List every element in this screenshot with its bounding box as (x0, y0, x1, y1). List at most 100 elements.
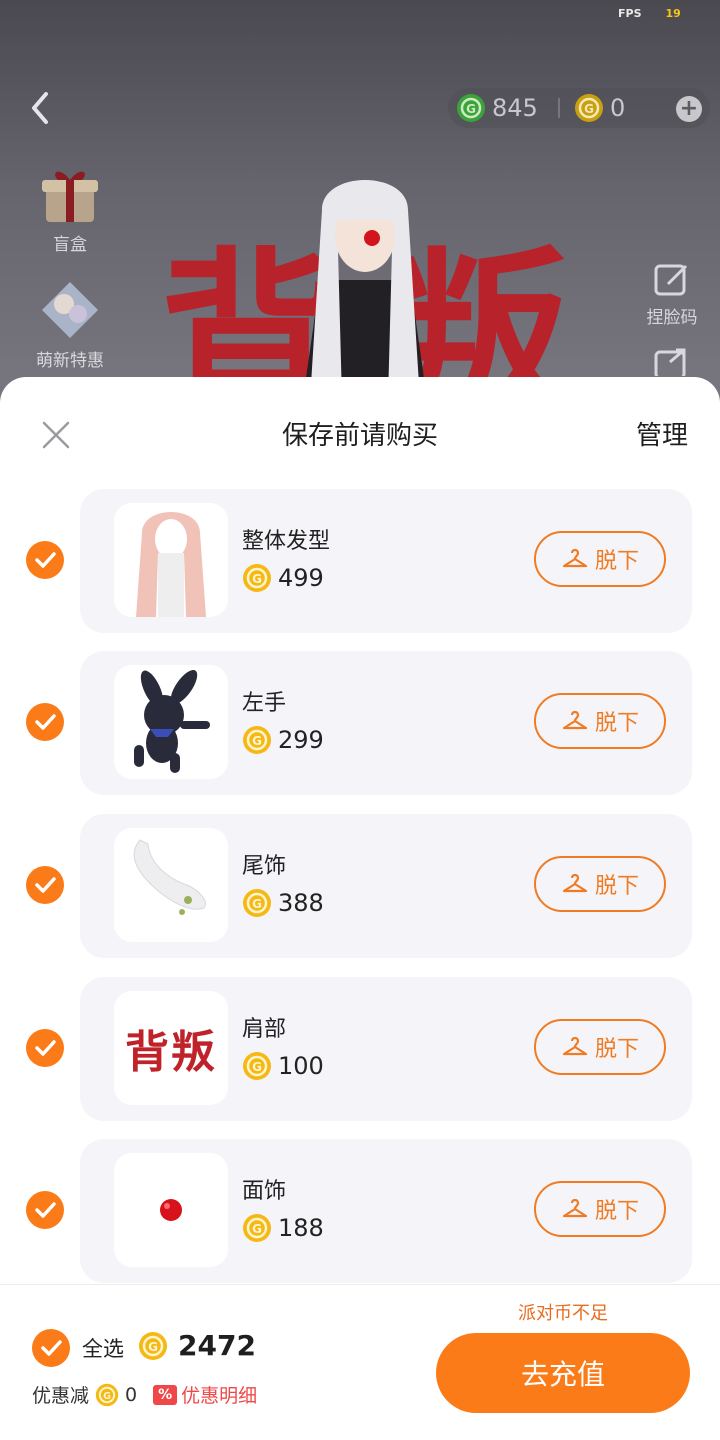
edit-icon (654, 264, 688, 296)
list-item-shoulder: 背叛 肩部 G 100 脱下 (80, 977, 692, 1121)
discount-row: 优惠减 G 0 % 优惠明细 (32, 1381, 257, 1408)
shoulder-art-text: 背叛 (125, 1027, 217, 1078)
blind-box-button[interactable]: 盲盒 (34, 162, 106, 255)
item-price: G 100 (242, 1051, 324, 1081)
coin-icon: G (243, 1214, 271, 1242)
item-price: G 188 (242, 1213, 324, 1243)
svg-text:G: G (252, 897, 262, 911)
take-off-button[interactable]: 脱下 (534, 693, 666, 749)
newbie-deal-button[interactable]: 萌新特惠 (34, 278, 106, 371)
total-price-value: 2472 (178, 1329, 256, 1362)
newbie-deal-icon (38, 278, 102, 342)
take-off-button[interactable]: 脱下 (534, 856, 666, 912)
svg-text:G: G (252, 734, 262, 748)
gift-box-icon (38, 162, 102, 226)
svg-text:G: G (148, 1340, 158, 1354)
svg-text:G: G (466, 102, 476, 116)
share-icon (654, 348, 686, 380)
svg-text:G: G (252, 1222, 262, 1236)
select-all-label[interactable]: 全选 (82, 1333, 124, 1363)
percent-tag-icon: % (153, 1384, 178, 1405)
hanger-icon (562, 710, 588, 730)
item-checkbox-hairstyle[interactable] (26, 541, 64, 579)
coin-icon: G (243, 1052, 271, 1080)
checkmark-icon (35, 877, 56, 893)
item-name: 整体发型 (242, 529, 331, 554)
sheet-title: 保存前请购买 (281, 421, 438, 451)
svg-text:G: G (252, 572, 262, 586)
list-item-face: 面饰 G 188 脱下 (80, 1139, 692, 1283)
list-item-hairstyle: 整体发型 G 499 脱下 (80, 489, 692, 633)
item-price: G 388 (242, 888, 324, 918)
face-code-label: 捏脸码 (646, 308, 698, 328)
take-off-label: 脱下 (594, 711, 639, 736)
share-button[interactable] (640, 346, 704, 381)
recharge-button[interactable]: 去充值 (436, 1333, 690, 1413)
checkout-footer: 全选 G 2472 优惠减 G 0 % 优惠明细 派对币不足 去充值 (0, 1284, 720, 1440)
discount-detail-link[interactable]: % 优惠明细 (153, 1381, 257, 1408)
checkmark-icon (35, 1202, 56, 1218)
item-checkbox-tail[interactable] (26, 866, 64, 904)
hanger-icon (562, 1036, 588, 1056)
tail-thumbnail (114, 828, 228, 942)
take-off-button[interactable]: 脱下 (534, 1181, 666, 1237)
currency-divider (558, 98, 560, 118)
item-checkbox-shoulder[interactable] (26, 1029, 64, 1067)
select-all-checkbox[interactable] (32, 1329, 70, 1367)
discount-label: 优惠减 (32, 1385, 90, 1407)
game-scene-background: FPS 19 G 845 G 0 + 盲盒 萌新特惠 背 叛 捏脸码 (0, 0, 720, 420)
svg-text:G: G (252, 1060, 262, 1074)
face-code-button[interactable]: 捏脸码 (640, 262, 704, 328)
green-currency: G 845 (456, 88, 538, 128)
item-checkbox-face[interactable] (26, 1191, 64, 1229)
item-price: G 499 (242, 563, 324, 593)
checkmark-icon (35, 1040, 56, 1056)
item-name: 面饰 (242, 1179, 287, 1204)
add-currency-plus-icon[interactable]: + (676, 96, 702, 122)
take-off-label: 脱下 (594, 1199, 639, 1224)
hanger-icon (562, 873, 588, 893)
item-price: G 299 (242, 725, 324, 755)
take-off-label: 脱下 (594, 549, 639, 574)
fps-value: 19 (665, 7, 681, 20)
take-off-button[interactable]: 脱下 (534, 531, 666, 587)
coin-icon: G (243, 889, 271, 917)
shoulder-text-thumbnail: 背叛 (114, 991, 228, 1105)
back-arrow-icon[interactable] (22, 88, 62, 128)
coin-icon: G (243, 564, 271, 592)
take-off-button[interactable]: 脱下 (534, 1019, 666, 1075)
insufficient-funds-notice: 派对币不足 (518, 1303, 608, 1324)
hairstyle-thumbnail (114, 503, 228, 617)
hanger-icon (562, 1198, 588, 1218)
fps-label: FPS (618, 7, 642, 20)
newbie-deal-label: 萌新特惠 (36, 351, 104, 371)
item-checkbox-left-hand[interactable] (26, 703, 64, 741)
svg-text:G: G (584, 102, 594, 116)
gold-currency: G 0 (574, 88, 625, 128)
gold-amount: 0 (610, 94, 626, 122)
green-amount: 845 (492, 94, 538, 122)
item-price-value: 188 (278, 1214, 324, 1242)
hanger-icon (562, 548, 588, 568)
green-coin-icon: G (457, 94, 485, 122)
item-price-value: 388 (278, 889, 324, 917)
red-nose-thumbnail (114, 1153, 228, 1267)
discount-value: 0 (125, 1383, 138, 1406)
purchase-sheet: 保存前请购买 管理 整体发型 G 499 脱下 左手 G 299 脱下 尾饰 G… (0, 377, 720, 1440)
blind-box-label: 盲盒 (53, 235, 87, 255)
take-off-label: 脱下 (594, 874, 639, 899)
list-item-left-hand: 左手 G 299 脱下 (80, 651, 692, 795)
currency-bar: G 845 G 0 + (448, 88, 710, 128)
coin-icon: G (95, 1383, 119, 1406)
item-name: 尾饰 (242, 854, 287, 879)
manage-button[interactable]: 管理 (636, 415, 688, 452)
item-price-value: 100 (278, 1052, 324, 1080)
checkmark-icon (41, 1340, 62, 1356)
svg-text:G: G (103, 1391, 111, 1402)
item-name: 左手 (242, 691, 287, 716)
coin-icon: G (139, 1331, 167, 1360)
discount-detail-label: 优惠明细 (181, 1385, 258, 1407)
list-item-tail: 尾饰 G 388 脱下 (80, 814, 692, 958)
checkmark-icon (35, 714, 56, 730)
total-price: G 2472 (138, 1329, 256, 1362)
